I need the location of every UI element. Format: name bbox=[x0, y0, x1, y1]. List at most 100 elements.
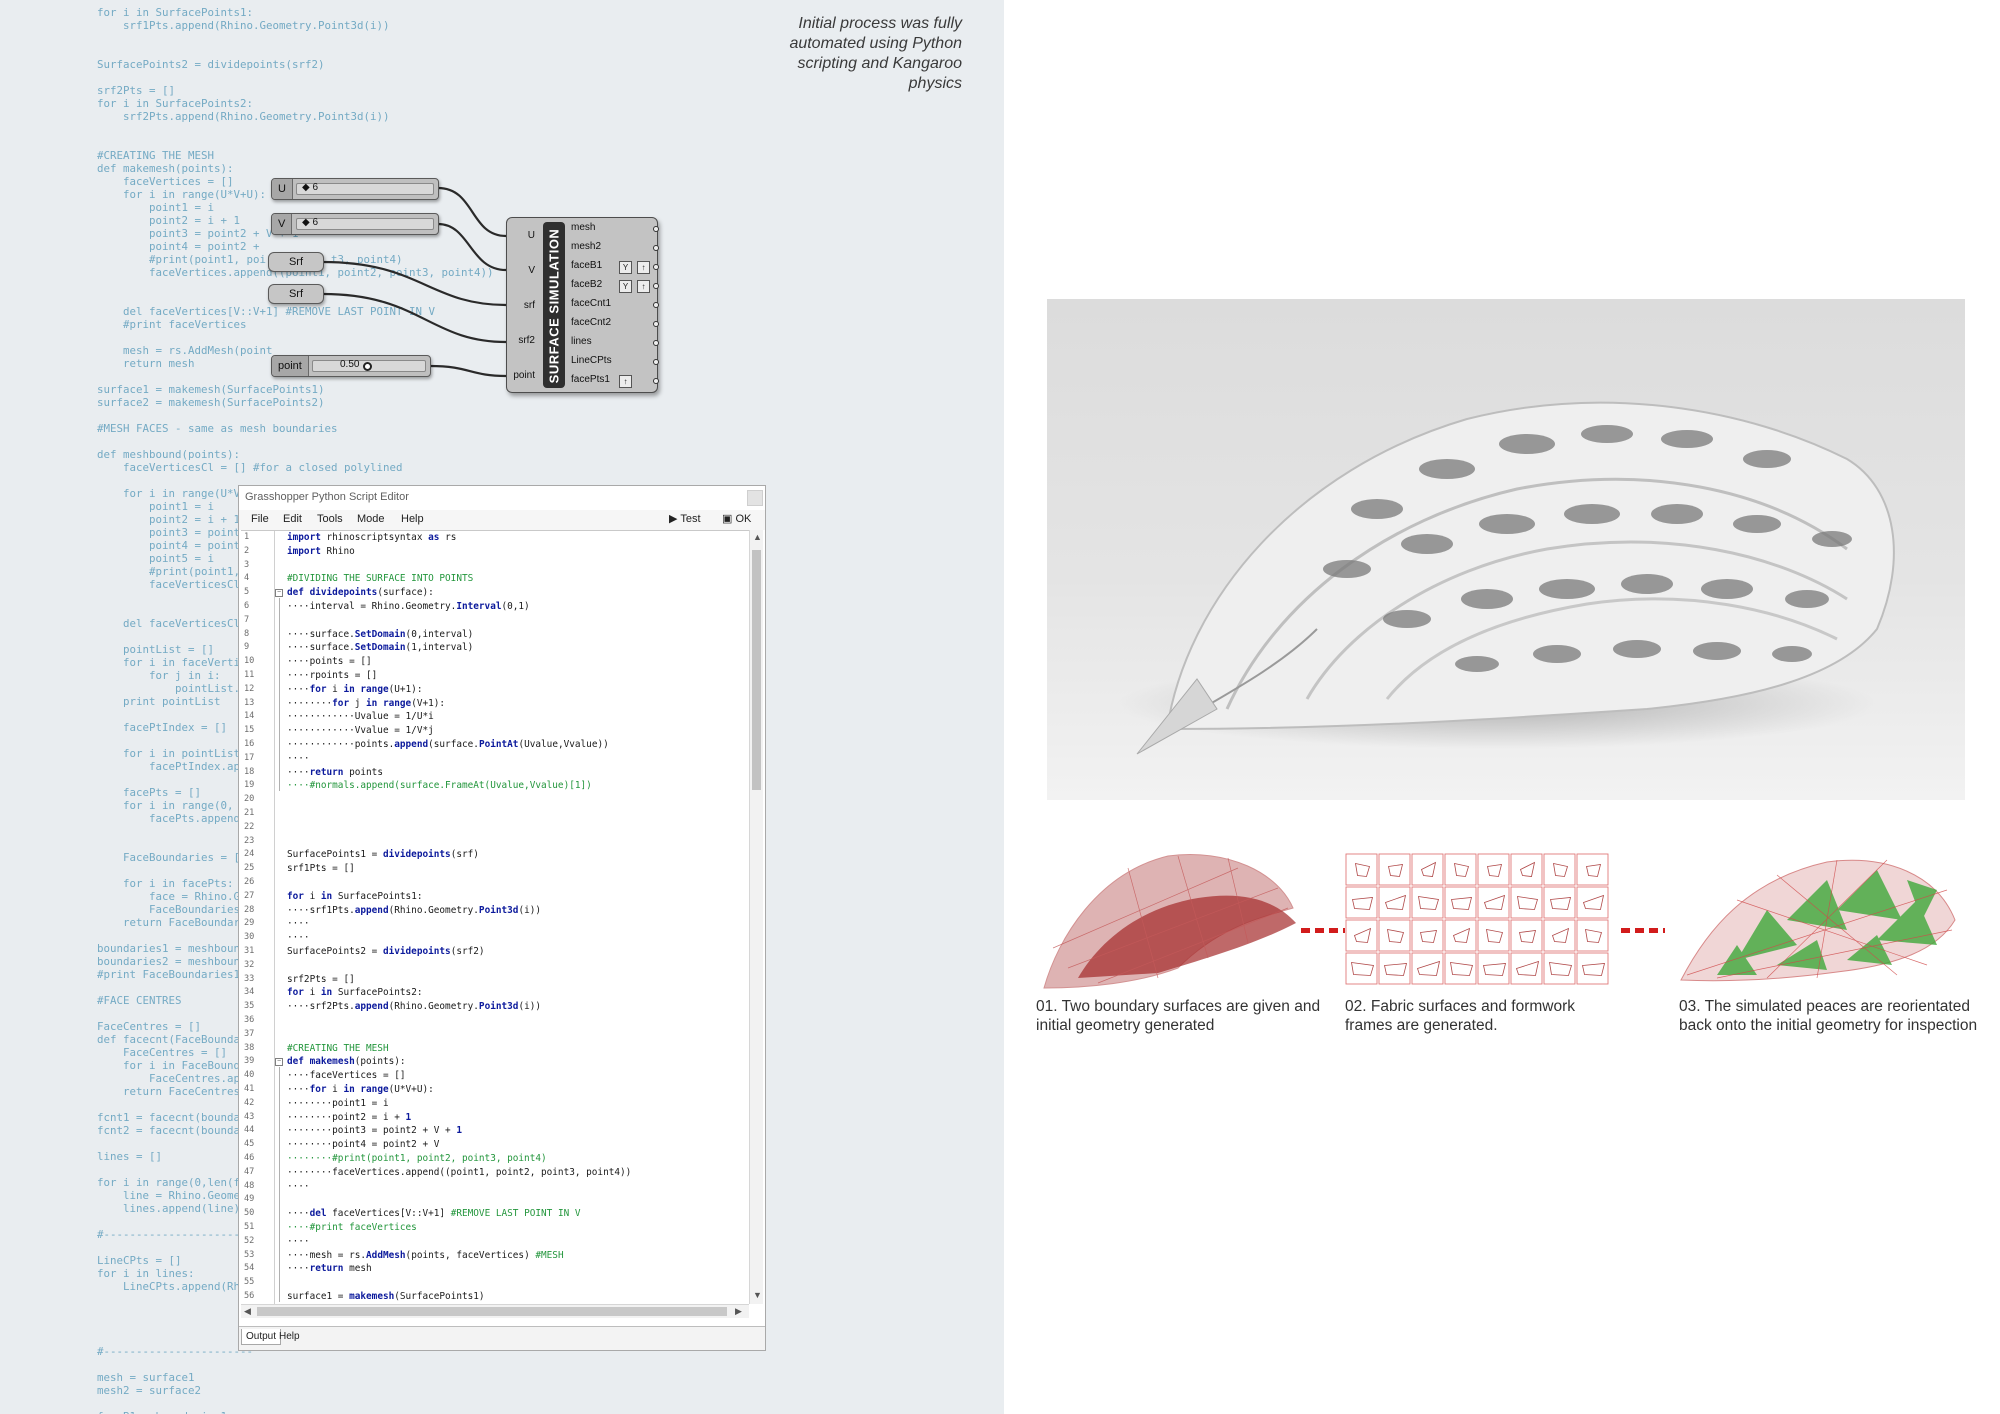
input-srf: srf bbox=[523, 300, 535, 311]
code-line: 39 def makemesh(points): bbox=[241, 1056, 749, 1070]
code-line: 18 ····return points bbox=[241, 767, 749, 781]
code-text: ···· bbox=[287, 918, 310, 930]
slider-knob[interactable] bbox=[363, 362, 372, 371]
srf-param-2[interactable]: Srf bbox=[268, 284, 324, 304]
step3-diagram bbox=[1680, 859, 1956, 982]
output-pin[interactable] bbox=[653, 283, 659, 289]
flatten-toggle-icon[interactable]: ↑ bbox=[637, 280, 650, 293]
srf-param-1[interactable]: Srf bbox=[268, 252, 324, 272]
pavilion-render-image bbox=[1047, 299, 1965, 800]
flatten-toggle-icon[interactable]: ↑ bbox=[619, 375, 632, 388]
code-line: 32 bbox=[241, 960, 749, 974]
code-text: ········point2 = i + 1 bbox=[287, 1111, 412, 1123]
background-code-line: for i in range(U*V bbox=[97, 487, 241, 500]
output-pin[interactable] bbox=[653, 245, 659, 251]
output-pin[interactable] bbox=[653, 378, 659, 384]
background-code-line: lines = [] bbox=[97, 1150, 163, 1163]
ok-button[interactable]: ▣ OK bbox=[722, 512, 751, 525]
code-line: 12 ····for i in range(U+1): bbox=[241, 684, 749, 698]
tab-help[interactable]: Help bbox=[275, 1329, 304, 1345]
close-icon[interactable] bbox=[747, 490, 763, 506]
background-code-line: for j in i: bbox=[97, 669, 221, 682]
line-number: 6 bbox=[244, 601, 250, 611]
step2-diagram bbox=[1345, 853, 1609, 985]
line-number: 15 bbox=[244, 725, 255, 736]
menu-edit[interactable]: Edit bbox=[283, 513, 302, 525]
scrollbar-thumb[interactable] bbox=[752, 550, 761, 790]
flatten-toggle-icon[interactable]: ↑ bbox=[637, 261, 650, 274]
point-slider[interactable]: point 0.50 bbox=[271, 355, 431, 377]
code-line: 52 ···· bbox=[241, 1236, 749, 1250]
test-button[interactable]: ▶ Test bbox=[669, 512, 701, 525]
background-code-line: point2 = i + 1 bbox=[97, 513, 241, 526]
code-line: 21 bbox=[241, 808, 749, 822]
scroll-left-icon[interactable]: ◀ bbox=[244, 1306, 251, 1317]
output-pin[interactable] bbox=[653, 302, 659, 308]
code-line: 54 ····return mesh bbox=[241, 1263, 749, 1277]
line-number: 37 bbox=[244, 1028, 255, 1039]
output-pin[interactable] bbox=[653, 340, 659, 346]
menu-mode[interactable]: Mode bbox=[357, 513, 385, 525]
horizontal-scrollbar[interactable]: ◀ ▶ bbox=[241, 1304, 749, 1318]
line-number: 36 bbox=[244, 1015, 255, 1025]
menu-help[interactable]: Help bbox=[401, 513, 424, 525]
code-text: ········point4 = point2 + V bbox=[287, 1139, 440, 1151]
line-number: 17 bbox=[244, 752, 255, 763]
output-mesh2: mesh2 bbox=[571, 241, 602, 252]
code-text: def dividepoints(surface): bbox=[287, 587, 434, 599]
line-number: 13 bbox=[244, 697, 255, 708]
caption-line: frames are generated. bbox=[1345, 1017, 1498, 1034]
editor-titlebar[interactable]: Grasshopper Python Script Editor bbox=[239, 486, 765, 510]
background-code-line: for i in SurfacePoints1: bbox=[97, 6, 254, 19]
background-code-line: def makemesh(points): bbox=[97, 162, 234, 175]
code-text: ········point1 = i bbox=[287, 1097, 389, 1109]
code-line: 14 ············Uvalue = 1/U*i bbox=[241, 711, 749, 725]
caption-line: 02. Fabric surfaces and formwork bbox=[1345, 998, 1576, 1015]
collapse-icon[interactable]: − bbox=[275, 589, 283, 598]
code-text: ···· bbox=[287, 1180, 310, 1192]
background-code-line: point1 = i bbox=[97, 500, 215, 513]
line-number: 25 bbox=[244, 863, 255, 874]
u-slider[interactable]: U ◆ 6 bbox=[271, 178, 439, 200]
code-line: 9 ····surface.SetDomain(1,interval) bbox=[241, 642, 749, 656]
slider-value: ◆ 6 bbox=[302, 217, 319, 228]
scroll-right-icon[interactable]: ▶ bbox=[735, 1306, 742, 1317]
scrollbar-thumb[interactable] bbox=[257, 1307, 727, 1316]
background-code-line: mesh = rs.AddMesh(point bbox=[97, 344, 273, 357]
line-number: 4 bbox=[244, 573, 250, 584]
code-text: ········faceVertices.append((point1, poi… bbox=[287, 1166, 632, 1178]
line-number: 51 bbox=[244, 1222, 255, 1232]
code-line: 45 ········point4 = point2 + V bbox=[241, 1139, 749, 1153]
code-area[interactable]: 1 import rhinoscriptsyntax as rs 2 import R… bbox=[241, 530, 749, 1304]
scroll-down-icon[interactable]: ▼ bbox=[753, 1290, 762, 1300]
scroll-up-icon[interactable]: ▲ bbox=[753, 532, 762, 542]
menu-tools[interactable]: Tools bbox=[317, 513, 343, 525]
background-code-line: FaceCentres = [] bbox=[97, 1020, 202, 1033]
collapse-icon[interactable]: − bbox=[275, 1058, 283, 1067]
line-number: 52 bbox=[244, 1235, 255, 1246]
graft-toggle-icon[interactable]: Y bbox=[619, 261, 632, 274]
graft-toggle-icon[interactable]: Y bbox=[619, 280, 632, 293]
background-code-line: pointList. bbox=[97, 682, 241, 695]
output-pin[interactable] bbox=[653, 321, 659, 327]
python-script-editor[interactable]: Grasshopper Python Script Editor File Ed… bbox=[238, 485, 766, 1351]
output-pin[interactable] bbox=[653, 226, 659, 232]
process-caption: Initial process was fully automated usin… bbox=[740, 14, 962, 94]
slider-name: U bbox=[272, 179, 293, 199]
vertical-scrollbar[interactable]: ▲ ▼ bbox=[749, 530, 763, 1304]
surface-simulation-component[interactable]: SURFACE SIMULATION U V srf srf2 point me… bbox=[506, 217, 659, 393]
line-number: 49 bbox=[244, 1194, 255, 1205]
background-code-line: for i in lines: bbox=[97, 1267, 195, 1280]
step3-caption: 03. The simulated peaces are reorientate… bbox=[1679, 997, 1977, 1035]
line-number: 32 bbox=[244, 959, 255, 970]
background-code-line: face = Rhino.G bbox=[97, 890, 241, 903]
line-number: 19 bbox=[244, 780, 255, 791]
code-line: 42 ········point1 = i bbox=[241, 1098, 749, 1112]
menu-file[interactable]: File bbox=[251, 513, 269, 525]
code-line: 13 ········for j in range(V+1): bbox=[241, 698, 749, 712]
output-pin[interactable] bbox=[653, 264, 659, 270]
output-pin[interactable] bbox=[653, 359, 659, 365]
background-code-line: srf2Pts = [] bbox=[97, 84, 176, 97]
v-slider[interactable]: V ◆ 6 bbox=[271, 213, 439, 235]
code-line: 35 ····srf2Pts.append(Rhino.Geometry.Poin… bbox=[241, 1001, 749, 1015]
